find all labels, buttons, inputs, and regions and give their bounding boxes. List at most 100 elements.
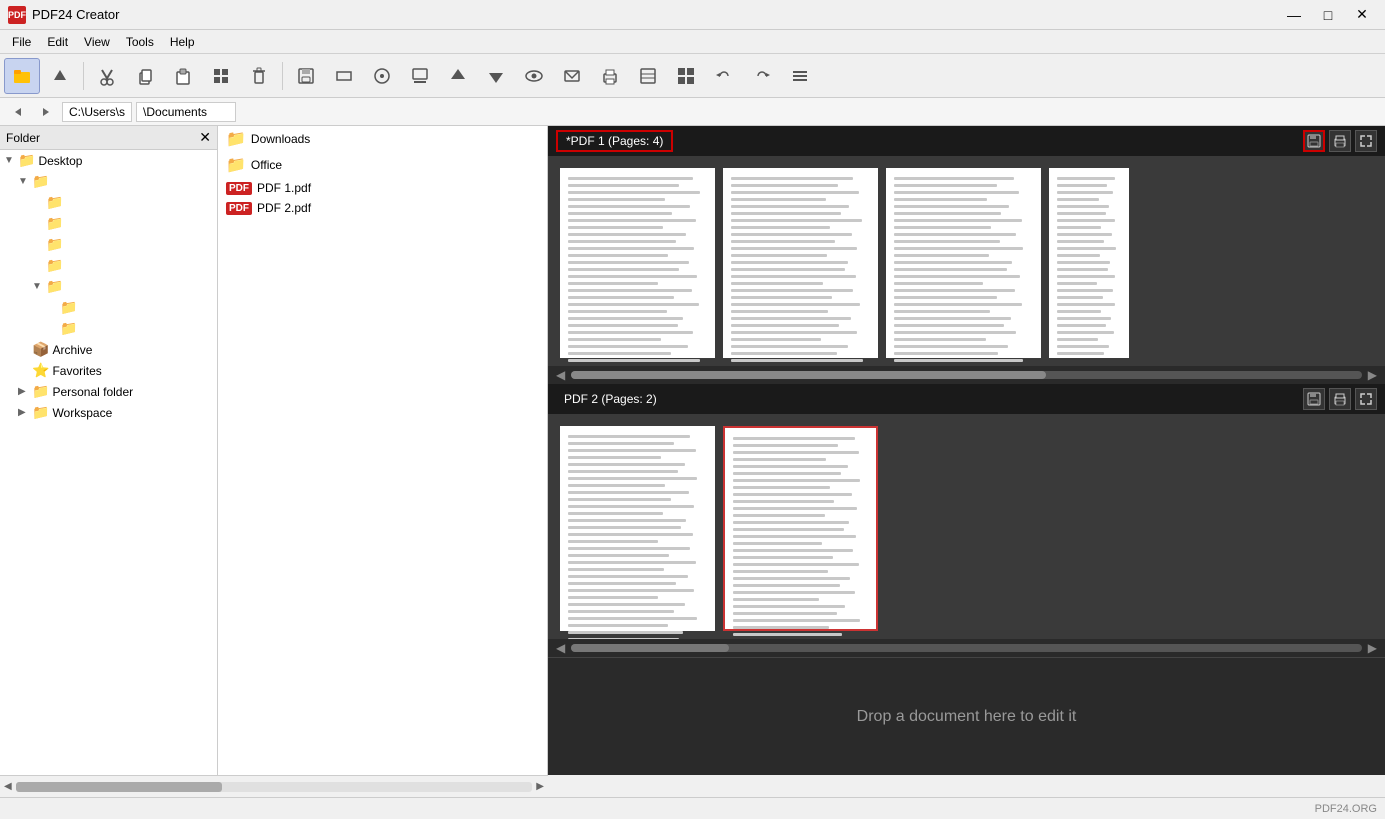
address-path2: \Documents [136,102,236,122]
file-item-pdf2[interactable]: PDF PDF 2.pdf [218,198,547,218]
pdf-doc-2-controls [1303,388,1377,410]
pdf-page-2-1[interactable] [560,426,715,631]
tree-label-archive: Archive [52,343,92,357]
tree-folder-7[interactable]: 📁 [0,297,217,318]
menu-edit[interactable]: Edit [39,33,76,51]
pdf-page-1-4[interactable] [1049,168,1129,358]
pdf-document-1: *PDF 1 (Pages: 4) [548,126,1385,384]
file-item-pdf1[interactable]: PDF PDF 1.pdf [218,178,547,198]
pdf-document-2: PDF 2 (Pages: 2) [548,384,1385,657]
tree-folder-1[interactable]: ▼ 📁 [0,171,217,192]
folder-icon-5: 📁 [46,257,63,274]
pdf-doc-2-scrollbar: ◀ ▶ [548,639,1385,657]
scroll-right-1[interactable]: ▶ [1366,368,1379,382]
toolbar-rotate-right-btn[interactable] [744,58,780,94]
toolbar-compress-btn[interactable] [630,58,666,94]
menu-view[interactable]: View [76,33,118,51]
hscroll-left[interactable]: ◀ [4,781,12,792]
toolbar-menu-btn[interactable] [782,58,818,94]
tree-archive[interactable]: 📦 Archive [0,339,217,360]
scroll-left-2[interactable]: ◀ [554,641,567,655]
addressbar: C:\Users\s \Documents [0,98,1385,126]
tree-label-desktop: Desktop [38,154,82,168]
nav-back-btn[interactable] [6,100,30,124]
toolbar-up-btn[interactable] [42,58,78,94]
folder-close-btn[interactable]: ✕ [199,129,211,146]
pdf-page-1-1[interactable] [560,168,715,358]
scroll-thumb-1 [571,371,1045,379]
pdf-page-1-2[interactable] [723,168,878,358]
toolbar-email-btn[interactable] [554,58,590,94]
tree-workspace[interactable]: ▶ 📁 Workspace [0,402,217,423]
pdf-doc-1-print-btn[interactable] [1329,130,1351,152]
toolbar-folder-btn[interactable] [4,58,40,94]
toolbar-save-btn[interactable] [288,58,324,94]
tree-label-personal: Personal folder [52,385,133,399]
toolbar-paste-btn[interactable] [165,58,201,94]
toolbar-circle-btn[interactable] [364,58,400,94]
toolbar-grid2-btn[interactable] [668,58,704,94]
toolbar-cut-btn[interactable] [89,58,125,94]
pdf-doc-1-save-btn[interactable] [1303,130,1325,152]
toolbar-sep-2 [282,62,283,90]
folder-icon-7: 📁 [60,299,77,316]
pdf-doc-1-expand-btn[interactable] [1355,130,1377,152]
tree-folder-2[interactable]: 📁 [0,192,217,213]
toolbar-delete-btn[interactable] [241,58,277,94]
scroll-thumb-2 [571,644,729,652]
minimize-button[interactable]: — [1279,5,1309,25]
nav-forward-btn[interactable] [34,100,58,124]
tree-folder-3[interactable]: 📁 [0,213,217,234]
tree-folder-5[interactable]: 📁 [0,255,217,276]
pdf-page-1-3[interactable] [886,168,1041,358]
toolbar-stamp-btn[interactable] [402,58,438,94]
hscroll-right[interactable]: ▶ [536,781,544,792]
menu-file[interactable]: File [4,33,39,51]
hscroll-track[interactable] [16,782,533,792]
toolbar [0,54,1385,98]
scroll-track-1[interactable] [571,371,1362,379]
toolbar-print-btn[interactable] [592,58,628,94]
close-button[interactable]: ✕ [1347,5,1377,25]
drop-zone[interactable]: Drop a document here to edit it [548,657,1385,775]
workspace-icon: 📁 [32,404,49,421]
folder-header: Folder ✕ [0,126,217,150]
tree-favorites[interactable]: ⭐ Favorites [0,360,217,381]
toolbar-preview-btn[interactable] [516,58,552,94]
maximize-button[interactable]: □ [1313,5,1343,25]
scroll-track-2[interactable] [571,644,1362,652]
toolbar-arrow-up-btn[interactable] [440,58,476,94]
file-item-downloads[interactable]: 📁 Downloads [218,126,547,152]
tree-desktop[interactable]: ▼ 📁 Desktop [0,150,217,171]
folder-icon-2: 📁 [46,194,63,211]
tree-personal[interactable]: ▶ 📁 Personal folder [0,381,217,402]
pdf-doc-1-header: *PDF 1 (Pages: 4) [548,126,1385,156]
menu-tools[interactable]: Tools [118,33,162,51]
toolbar-grid-btn[interactable] [203,58,239,94]
personal-icon: 📁 [32,383,49,400]
file-item-office[interactable]: 📁 Office [218,152,547,178]
titlebar-left: PDF PDF24 Creator [8,6,119,24]
pdf-doc-2-print-btn[interactable] [1329,388,1351,410]
tree-folder-4[interactable]: 📁 [0,234,217,255]
tree-folder-8[interactable]: 📁 [0,318,217,339]
scroll-right-2[interactable]: ▶ [1366,641,1379,655]
pdf-page-2-2[interactable] [723,426,878,631]
folder-icon-6: 📁 [46,278,63,295]
toolbar-rotate-left-btn[interactable] [706,58,742,94]
menu-help[interactable]: Help [162,33,203,51]
drop-zone-text: Drop a document here to edit it [857,708,1077,726]
scroll-left-1[interactable]: ◀ [554,368,567,382]
page-1-4-content [1057,176,1121,358]
toolbar-copy-btn[interactable] [127,58,163,94]
tree-arrow-workspace: ▶ [18,407,32,418]
toolbar-rect-btn[interactable] [326,58,362,94]
pdf-doc-2-expand-btn[interactable] [1355,388,1377,410]
tree-folder-6[interactable]: ▼ 📁 [0,276,217,297]
pdf-doc-2-pages [548,414,1385,639]
page-2-2-content [733,436,868,639]
desktop-folder-icon: 📁 [18,152,35,169]
pdf-doc-2-save-btn[interactable] [1303,388,1325,410]
toolbar-arrow-down-btn[interactable] [478,58,514,94]
main-area: Folder ✕ ▼ 📁 Desktop ▼ 📁 📁 📁 📁 📁 [0,126,1385,775]
